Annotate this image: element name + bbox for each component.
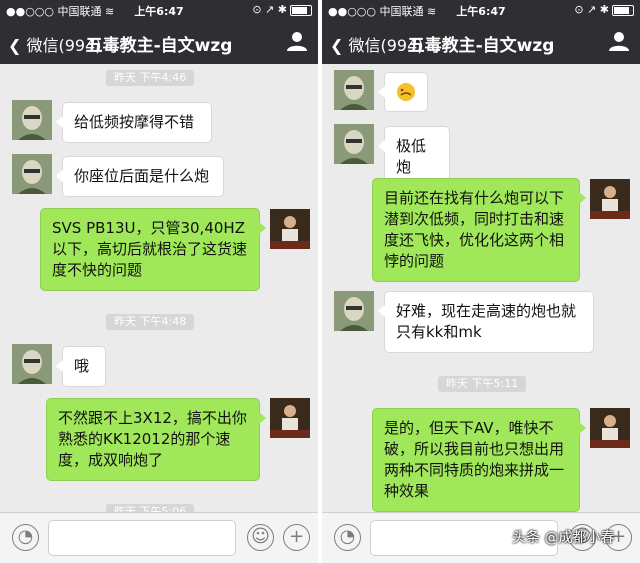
incoming-message[interactable]: 好难，现在走高速的炮也就只有kk和mk (378, 291, 594, 353)
watermark: 头条 @成都小春 (512, 530, 615, 546)
contact-avatar[interactable] (12, 100, 52, 140)
contact-avatar[interactable] (12, 154, 52, 194)
message-input[interactable] (48, 520, 236, 556)
chat-screen-left: ●●○○○ 中国联通 ≋ 上午6:47 ⊙ ↗ ✱ ❮ 微信(994) 五毒教主… (0, 0, 318, 563)
time-badge: 昨天 下午5:11 (438, 376, 527, 392)
input-bar: ◔ ☺ + 头条 @成都小春 (322, 512, 640, 563)
outgoing-message[interactable]: 是的，但天下AV，唯快不破，所以我目前也只想出用两种不同特质的炮来拼成一种效果 (372, 408, 586, 512)
status-bar: ●●○○○ 中国联通 ≋ 上午6:47 ⊙ ↗ ✱ (322, 0, 640, 20)
incoming-message[interactable] (378, 72, 428, 112)
contact-avatar[interactable] (334, 70, 374, 110)
voice-icon[interactable]: ◔ (334, 524, 361, 551)
chat-screen-right: ●●○○○ 中国联通 ≋ 上午6:47 ⊙ ↗ ✱ ❮ 微信(994) 五毒教主… (322, 0, 640, 563)
chat-title: 五毒教主-自文wzg (85, 36, 233, 56)
voice-icon[interactable]: ◔ (12, 524, 39, 551)
message-list[interactable]: 昨天 下午4:46 给低频按摩得不错 你座位后面是什么炮 SVS PB13U，只… (0, 64, 318, 512)
outgoing-message[interactable]: 目前还在找有什么炮可以下潜到次低频，同时打击和速度还飞快，优化化这两个相悖的问题 (372, 178, 586, 282)
battery-icon (612, 4, 634, 16)
my-avatar[interactable] (270, 209, 310, 249)
time-badge: 昨天 下午4:48 (106, 314, 195, 330)
plus-icon[interactable]: + (283, 524, 310, 551)
status-indicators: ⊙ ↗ ✱ (252, 3, 312, 16)
person-icon[interactable] (286, 30, 308, 52)
incoming-message[interactable]: 你座位后面是什么炮 (56, 156, 224, 197)
time-badge: 昨天 下午4:46 (106, 70, 195, 86)
message-list[interactable]: 极低炮 目前还在找有什么炮可以下潜到次低频，同时打击和速度还飞快，优化化这两个相… (322, 64, 640, 512)
time-badge: 昨天 下午5:06 (106, 504, 195, 512)
contact-avatar[interactable] (334, 291, 374, 331)
my-avatar[interactable] (270, 398, 310, 438)
battery-icon (290, 4, 312, 16)
person-icon[interactable] (608, 30, 630, 52)
nav-bar: ❮ 微信(994) 五毒教主-自文wzg (0, 20, 318, 64)
nav-bar: ❮ 微信(994) 五毒教主-自文wzg (322, 20, 640, 64)
my-avatar[interactable] (590, 179, 630, 219)
input-bar: ◔ ☺ + (0, 512, 318, 563)
outgoing-message[interactable]: SVS PB13U，只管30,40HZ以下，高切后就根治了这货速度不快的问题 (40, 208, 266, 291)
contact-avatar[interactable] (12, 344, 52, 384)
incoming-message[interactable]: 给低频按摩得不错 (56, 102, 212, 143)
incoming-message[interactable]: 哦 (56, 346, 106, 387)
status-bar: ●●○○○ 中国联通 ≋ 上午6:47 ⊙ ↗ ✱ (0, 0, 318, 20)
status-indicators: ⊙ ↗ ✱ (574, 3, 634, 16)
emoji-icon (397, 83, 415, 101)
emoji-face-icon[interactable]: ☺ (247, 524, 274, 551)
contact-avatar[interactable] (334, 124, 374, 164)
screenshot-composite: ●●○○○ 中国联通 ≋ 上午6:47 ⊙ ↗ ✱ ❮ 微信(994) 五毒教主… (0, 0, 640, 563)
chat-title: 五毒教主-自文wzg (407, 36, 555, 56)
my-avatar[interactable] (590, 408, 630, 448)
outgoing-message[interactable]: 不然跟不上3X12，搞不出你熟悉的KK12012的那个速度，成双响炮了 (46, 398, 266, 481)
